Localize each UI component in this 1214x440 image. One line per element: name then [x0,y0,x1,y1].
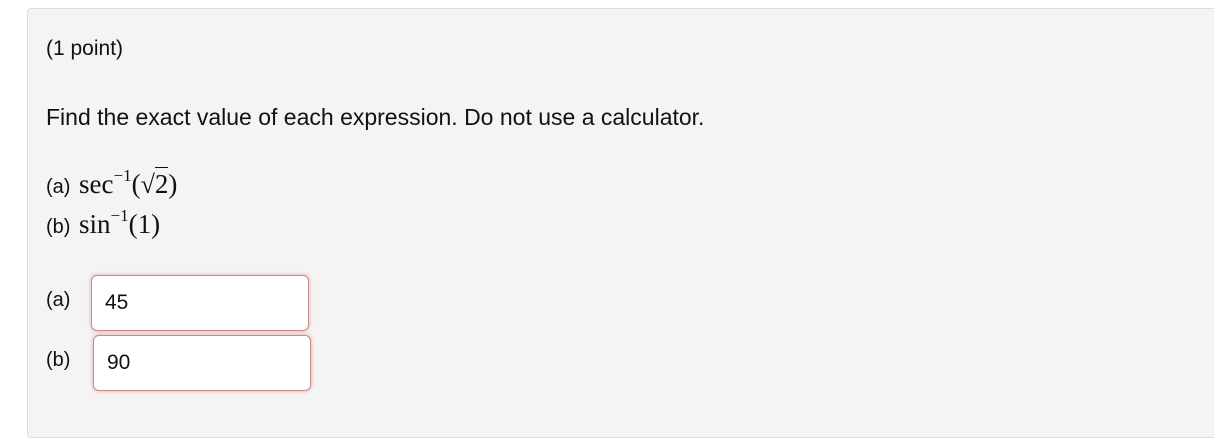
expression-b-func: sin [79,209,111,239]
point-value: (1 point) [46,37,124,60]
expression-a-radicand: 2 [154,167,169,199]
answer-a-input[interactable] [91,275,309,331]
expression-b-exponent: −1 [110,206,129,225]
answer-b-input[interactable] [93,335,311,391]
problem-panel: (1 point) Find the exact value of each e… [27,8,1214,438]
expression-b-math: sin−1(1) [79,206,161,239]
expression-a: (a) sec−1(√2) [46,166,178,200]
expression-a-label: (a) [46,176,71,198]
expression-a-exponent: −1 [113,166,132,185]
expression-a-math: sec−1(√2) [79,166,178,199]
expression-b-label: (b) [46,216,71,238]
expression-b-arg: (1) [128,209,161,239]
sqrt-icon: √ [140,170,155,199]
expression-a-close-paren: ) [168,169,178,199]
answer-a-label: (a) [46,289,71,311]
expression-a-open-paren: ( [131,169,141,199]
answer-b-label: (b) [46,349,71,371]
expression-b: (b) sin−1(1) [46,206,161,240]
problem-instructions: Find the exact value of each expression.… [46,104,705,130]
expression-a-func: sec [79,169,114,199]
